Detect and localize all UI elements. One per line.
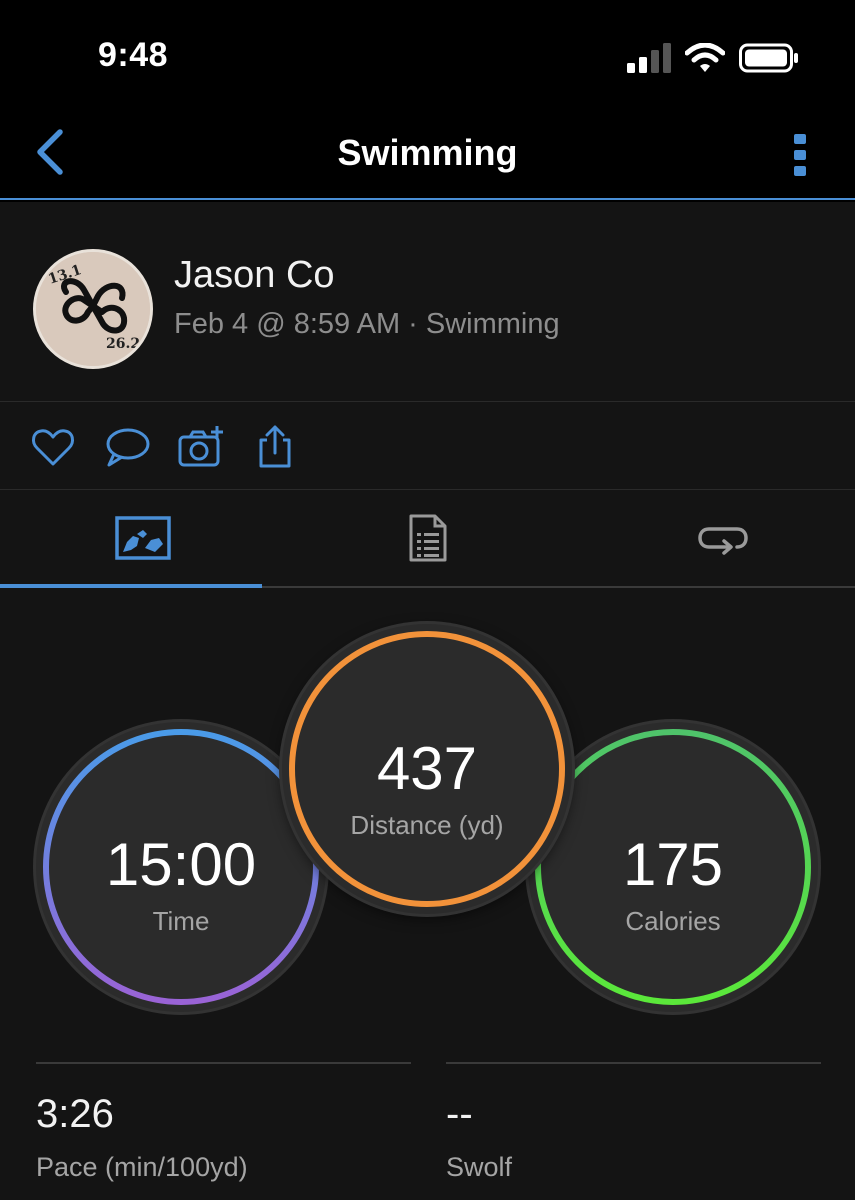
map-chart-icon [114,516,171,560]
status-time: 9:48 [98,36,169,74]
add-photo-button[interactable] [178,424,224,470]
distance-label: Distance (yd) [350,810,504,840]
add-photo-icon [178,426,223,467]
battery-icon [739,43,798,73]
share-icon [259,425,291,468]
activity-tabs [0,490,855,588]
distance-ring: 437 Distance (yd) [282,624,572,914]
comment-button[interactable] [104,424,150,470]
tab-stats-list[interactable] [285,490,570,586]
action-bar [0,402,855,490]
activity-header: 13.1 26.2 Jason Co Feb 4 @ 8:59 AM · Swi… [0,202,855,402]
swolf-value: -- [446,1092,473,1136]
avatar[interactable]: 13.1 26.2 [33,249,153,369]
pace-stat: 3:26 Pace (min/100yd) [36,1062,411,1182]
vertical-ellipsis-icon [794,134,806,176]
status-icons [627,40,799,76]
swolf-label: Swolf [446,1152,513,1182]
tab-overview-map[interactable] [0,490,285,586]
tab-laps[interactable] [570,490,855,586]
document-list-icon [409,514,446,562]
comment-icon [106,428,150,467]
activity-content: 13.1 26.2 Jason Co Feb 4 @ 8:59 AM · Swi… [0,202,855,1200]
share-button[interactable] [252,424,298,470]
pace-label: Pace (min/100yd) [36,1152,248,1182]
more-options-button[interactable] [785,126,815,182]
cellular-signal-icon [627,43,671,73]
like-button[interactable] [30,424,76,470]
heart-icon [32,429,74,466]
swolf-stat: -- Swolf [446,1062,821,1182]
user-name[interactable]: Jason Co [174,254,335,297]
svg-text:26.2: 26.2 [106,336,140,352]
secondary-stats: 3:26 Pace (min/100yd) -- Swolf [0,1062,855,1200]
activity-meta: Feb 4 @ 8:59 AM · Swimming [174,308,560,340]
infinity-heart-tattoo-icon: 13.1 26.2 [36,252,150,366]
page-title: Swimming [337,132,518,173]
laps-repeat-icon [697,527,748,555]
distance-value: 437 [376,735,478,802]
nav-bar: Swimming [0,110,855,200]
status-bar: 9:48 [0,0,855,110]
summary-rings: 15:00 Time 175 Calories 437 Distance (yd… [0,588,855,1028]
wifi-icon [685,43,725,72]
pace-value: 3:26 [36,1092,114,1136]
